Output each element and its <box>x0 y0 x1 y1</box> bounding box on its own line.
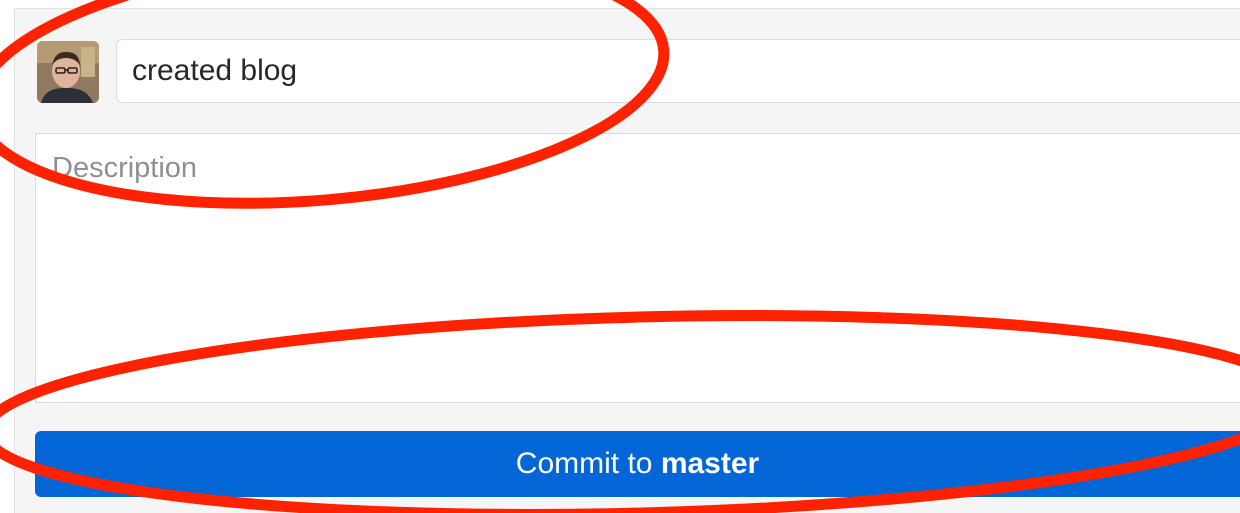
commit-form-page: Commit to master <box>0 0 1240 513</box>
commit-description-field[interactable] <box>35 133 1240 403</box>
commit-button-prefix: Commit to <box>515 447 661 480</box>
user-avatar-icon <box>37 41 99 103</box>
user-avatar <box>37 41 99 103</box>
commit-button[interactable]: Commit to master <box>35 431 1240 497</box>
commit-summary-input[interactable] <box>116 39 1240 103</box>
commit-branch-name: master <box>660 447 760 480</box>
